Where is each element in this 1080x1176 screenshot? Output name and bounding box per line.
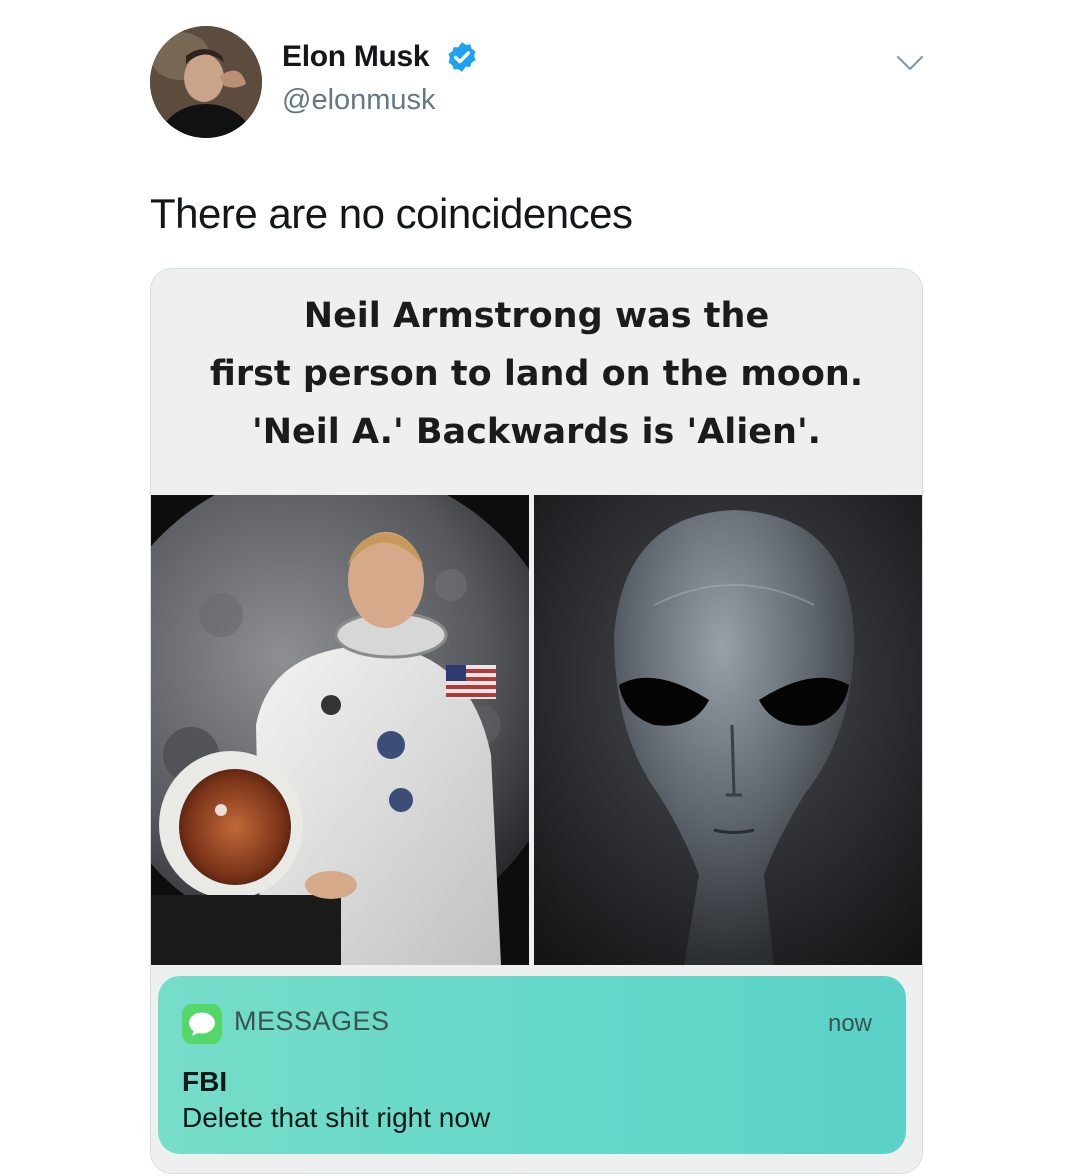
notification-message: Delete that shit right now [182, 1102, 491, 1133]
astronaut-photo [151, 495, 529, 965]
chevron-down-icon[interactable] [894, 52, 926, 74]
verified-badge-icon [448, 42, 476, 72]
notification-time: now [827, 1010, 872, 1037]
message-notification[interactable]: MESSAGES now FBI Delete that shit right … [158, 976, 906, 1154]
tweet-media[interactable]: Neil Armstrong was the first person to l… [150, 268, 923, 1174]
meme-caption-line: 'Neil A.' Backwards is 'Alien'. [252, 412, 821, 452]
meme-caption-line: Neil Armstrong was the [303, 296, 770, 336]
tweet-text: There are no coincidences [150, 190, 633, 237]
meme-caption-line: first person to land on the moon. [209, 354, 864, 394]
notification-app-name: MESSAGES [234, 1006, 390, 1036]
author-name[interactable]: Elon Musk [282, 40, 430, 74]
avatar-image [150, 26, 262, 138]
avatar[interactable] [150, 26, 262, 138]
meme-caption: Neil Armstrong was the first person to l… [151, 287, 922, 461]
messages-app-icon [182, 1004, 222, 1044]
author-handle[interactable]: @elonmusk [282, 84, 436, 117]
alien-photo [534, 495, 922, 965]
notification-sender: FBI [182, 1066, 228, 1097]
